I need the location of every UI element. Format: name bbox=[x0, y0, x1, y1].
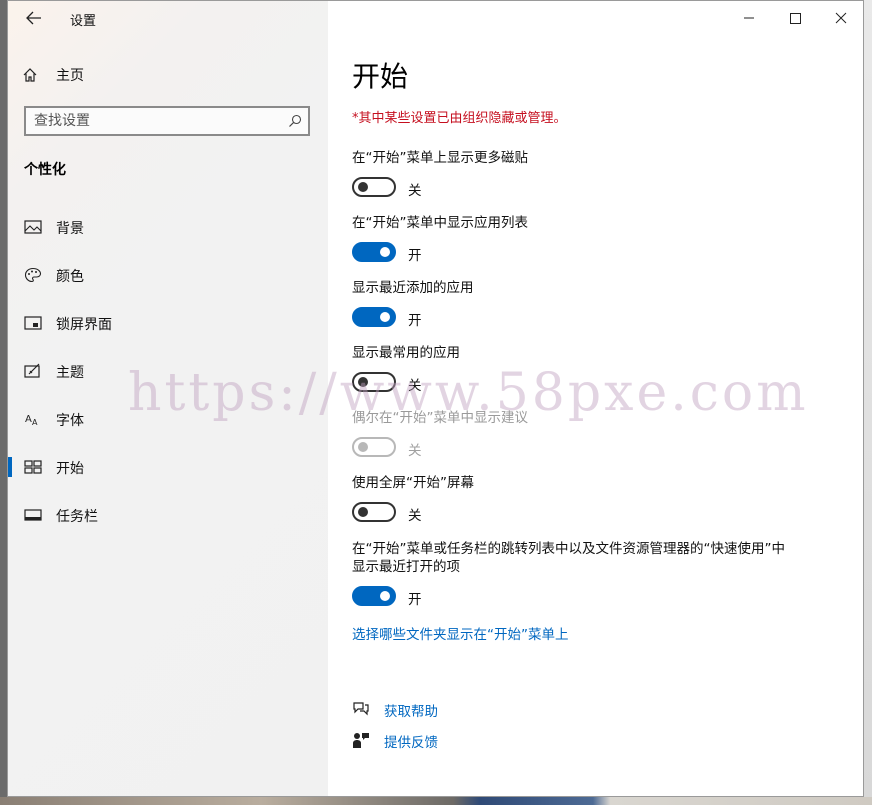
sidebar: 设置 主页 个性化 背景 bbox=[8, 1, 328, 796]
get-help-label: 获取帮助 bbox=[384, 704, 438, 720]
sidebar-item-background[interactable]: 背景 bbox=[8, 209, 328, 245]
search-icon[interactable] bbox=[288, 114, 302, 128]
minimize-button[interactable] bbox=[726, 5, 772, 31]
toggle-state: 关 bbox=[408, 183, 422, 199]
font-icon: A A bbox=[25, 414, 38, 427]
toggle-state: 开 bbox=[408, 248, 422, 264]
toggle-knob bbox=[358, 182, 368, 192]
toggle-recent-items[interactable] bbox=[352, 586, 396, 606]
help-chat-icon bbox=[353, 702, 369, 716]
svg-text:A: A bbox=[32, 418, 38, 427]
search-input[interactable] bbox=[34, 111, 274, 131]
theme-icon bbox=[24, 363, 40, 378]
sidebar-item-label: 颜色 bbox=[56, 269, 84, 285]
sidebar-item-colors[interactable]: 颜色 bbox=[8, 257, 328, 293]
setting-label: 偶尔在“开始”菜单中显示建议 bbox=[352, 410, 528, 426]
home-icon bbox=[23, 68, 37, 82]
toggle-knob bbox=[358, 507, 368, 517]
nav-home-label: 主页 bbox=[56, 68, 84, 84]
feedback-label: 提供反馈 bbox=[384, 735, 438, 751]
selection-indicator bbox=[8, 457, 12, 477]
sidebar-item-label: 字体 bbox=[56, 413, 84, 429]
sidebar-item-lockscreen[interactable]: 锁屏界面 bbox=[8, 305, 328, 341]
search-box[interactable] bbox=[24, 106, 310, 136]
toggle-state: 关 bbox=[408, 378, 422, 394]
sidebar-item-fonts[interactable]: A A 字体 bbox=[8, 401, 328, 437]
picture-icon bbox=[24, 220, 42, 234]
start-icon bbox=[24, 460, 42, 474]
lockscreen-icon bbox=[24, 316, 42, 330]
toggle-knob bbox=[380, 312, 390, 322]
toggle-state: 开 bbox=[408, 313, 422, 329]
toggle-knob bbox=[380, 247, 390, 257]
nav-home[interactable]: 主页 bbox=[22, 65, 84, 85]
toggle-suggestions bbox=[352, 437, 396, 457]
sidebar-item-label: 开始 bbox=[56, 461, 84, 477]
close-button[interactable] bbox=[818, 5, 863, 31]
taskbar-icon bbox=[24, 509, 42, 521]
feedback-icon bbox=[353, 733, 369, 748]
palette-icon bbox=[24, 267, 42, 283]
maximize-button[interactable] bbox=[772, 5, 818, 31]
desktop-background-right bbox=[864, 0, 872, 805]
sidebar-item-start[interactable]: 开始 bbox=[8, 449, 328, 485]
back-button[interactable] bbox=[22, 7, 46, 29]
toggle-state: 关 bbox=[408, 443, 422, 459]
toggle-knob bbox=[358, 377, 368, 387]
settings-window: 设置 主页 个性化 背景 bbox=[7, 0, 864, 797]
section-title: 个性化 bbox=[24, 162, 66, 178]
toggle-state: 关 bbox=[408, 508, 422, 524]
toggle-more-tiles[interactable] bbox=[352, 177, 396, 197]
setting-label: 使用全屏“开始”屏幕 bbox=[352, 475, 474, 491]
choose-folders-link[interactable]: 选择哪些文件夹显示在“开始”菜单上 bbox=[352, 623, 569, 643]
close-icon bbox=[835, 12, 847, 24]
setting-label: 在“开始”菜单上显示更多磁贴 bbox=[352, 150, 528, 166]
setting-label-line1: 在“开始”菜单或任务栏的跳转列表中以及文件资源管理器的“快速使用”中 bbox=[352, 541, 785, 557]
toggle-knob bbox=[358, 442, 368, 452]
sidebar-item-label: 背景 bbox=[56, 221, 84, 237]
setting-label: 显示最近添加的应用 bbox=[352, 280, 474, 296]
toggle-fullscreen-start[interactable] bbox=[352, 502, 396, 522]
toggle-knob bbox=[380, 591, 390, 601]
toggle-state: 开 bbox=[408, 592, 422, 608]
desktop-background-bottom bbox=[0, 797, 872, 805]
toggle-app-list[interactable] bbox=[352, 242, 396, 262]
svg-text:A: A bbox=[25, 414, 32, 425]
toggle-most-used[interactable] bbox=[352, 372, 396, 392]
setting-label: 在“开始”菜单中显示应用列表 bbox=[352, 215, 528, 231]
setting-label-line2: 显示最近打开的项 bbox=[352, 559, 460, 575]
window-title: 设置 bbox=[70, 14, 97, 29]
sidebar-item-taskbar[interactable]: 任务栏 bbox=[8, 497, 328, 533]
page-title: 开始 bbox=[352, 60, 409, 93]
toggle-recent-apps[interactable] bbox=[352, 307, 396, 327]
sidebar-item-label: 主题 bbox=[56, 365, 84, 381]
org-managed-note: *其中某些设置已由组织隐藏或管理。 bbox=[352, 111, 567, 126]
setting-label: 显示最常用的应用 bbox=[352, 345, 460, 361]
sidebar-item-label: 锁屏界面 bbox=[56, 317, 112, 333]
sidebar-item-label: 任务栏 bbox=[56, 509, 98, 525]
sidebar-item-themes[interactable]: 主题 bbox=[8, 353, 328, 389]
maximize-icon bbox=[790, 13, 801, 24]
minimize-icon bbox=[744, 17, 754, 19]
back-arrow-icon bbox=[26, 11, 41, 25]
